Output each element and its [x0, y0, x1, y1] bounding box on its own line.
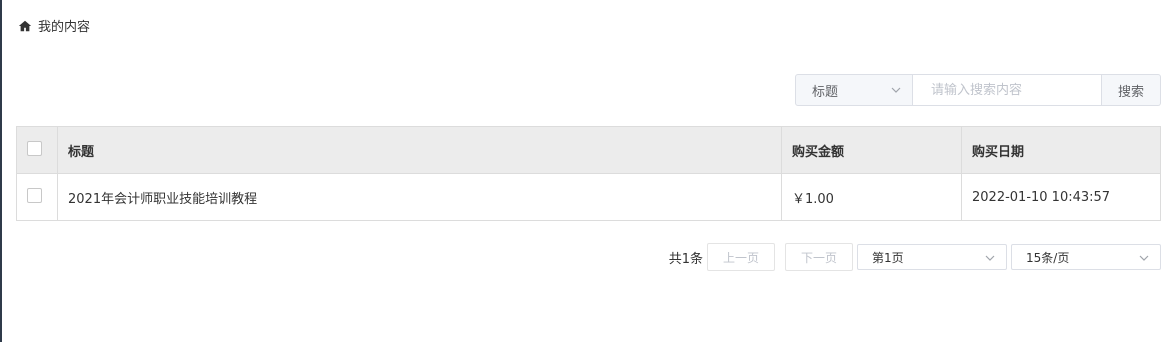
select-all-checkbox[interactable]	[27, 140, 42, 156]
select-all-cell	[16, 126, 58, 174]
column-header-date[interactable]: 购买日期	[961, 126, 1161, 174]
next-page-button[interactable]: 下一页	[785, 243, 853, 271]
left-edge-divider	[0, 0, 2, 342]
prev-page-button[interactable]: 上一页	[707, 243, 775, 271]
page-select[interactable]: 第1页	[857, 244, 1007, 270]
search-field-select[interactable]: 标题	[795, 74, 913, 106]
search-input[interactable]	[929, 81, 1103, 99]
row-date: 2022-01-10 10:43:57	[961, 173, 1161, 221]
chevron-down-icon	[1139, 255, 1149, 261]
table-header-row: 标题 购买金额 购买日期	[16, 126, 1161, 174]
search-input-wrapper	[913, 74, 1103, 106]
breadcrumb-label: 我的内容	[38, 20, 91, 35]
column-header-amount[interactable]: 购买金额	[781, 126, 962, 174]
column-header-title[interactable]: 标题	[57, 126, 782, 174]
content-table: 标题 购买金额 购买日期 2021年会计师职业技能培训教程 ￥1.00 2022…	[16, 126, 1161, 221]
page-size-select[interactable]: 15条/页	[1011, 244, 1161, 270]
chevron-down-icon	[985, 255, 995, 261]
search-bar: 标题 搜索	[795, 74, 1161, 106]
total-count: 共1条	[668, 251, 703, 267]
page-size-value: 15条/页	[1026, 250, 1070, 265]
breadcrumb: 我的内容	[18, 16, 90, 35]
row-select-cell	[16, 173, 58, 221]
row-checkbox[interactable]	[27, 187, 42, 203]
pagination: 共1条 上一页 下一页 第1页 15条/页	[669, 243, 1161, 271]
search-field-value: 标题	[812, 84, 839, 100]
search-button[interactable]: 搜索	[1102, 74, 1161, 106]
table-row[interactable]: 2021年会计师职业技能培训教程 ￥1.00 2022-01-10 10:43:…	[16, 173, 1161, 221]
home-icon	[18, 20, 32, 31]
row-title[interactable]: 2021年会计师职业技能培训教程	[57, 173, 782, 221]
row-amount: ￥1.00	[781, 173, 962, 221]
chevron-down-icon	[891, 87, 901, 93]
page-select-value: 第1页	[872, 250, 904, 265]
